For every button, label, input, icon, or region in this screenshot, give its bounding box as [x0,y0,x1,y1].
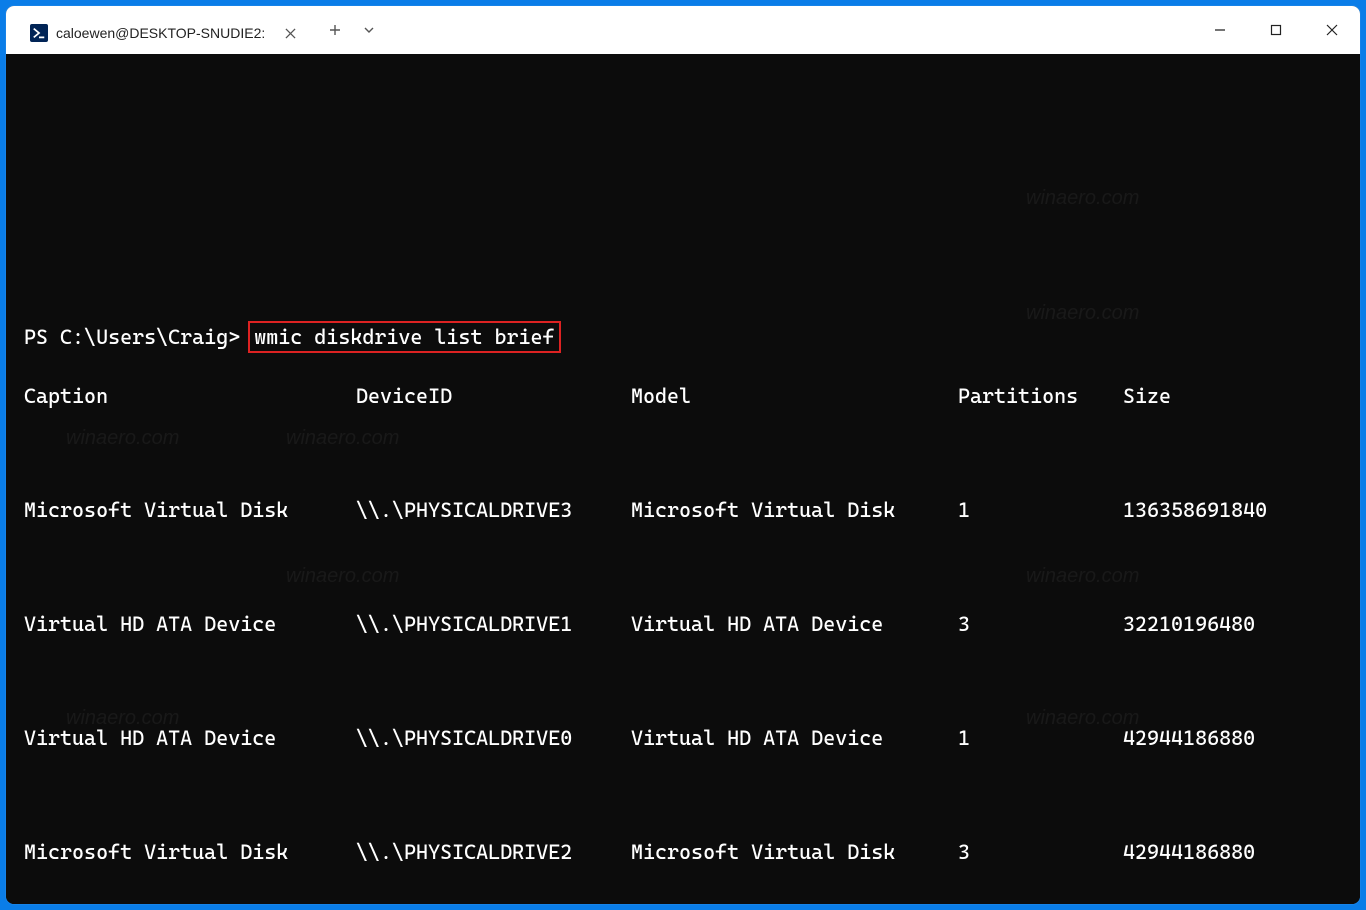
tab-title: caloewen@DESKTOP-SNUDIE2: [56,25,270,41]
watermark: winaero.com [1026,184,1139,213]
maximize-button[interactable] [1248,6,1304,54]
table-row: Microsoft Virtual Disk\\.\PHYSICALDRIVE2… [24,838,1342,867]
close-button[interactable] [1304,6,1360,54]
titlebar-actions [316,6,384,54]
table-row: Microsoft Virtual Disk\\.\PHYSICALDRIVE3… [24,496,1342,525]
new-tab-button[interactable] [320,6,350,54]
powershell-icon [30,24,48,42]
tab-dropdown-button[interactable] [354,6,384,54]
window-controls [1192,6,1360,54]
highlighted-command: wmic diskdrive list brief [248,321,560,354]
table-row: Virtual HD ATA Device\\.\PHYSICALDRIVE0V… [24,724,1342,753]
tab-close-button[interactable] [278,21,302,45]
titlebar: caloewen@DESKTOP-SNUDIE2: [6,6,1360,54]
terminal-body[interactable]: winaero.com winaero.com winaero.com wina… [6,54,1360,904]
table-row: Virtual HD ATA Device\\.\PHYSICALDRIVE1V… [24,610,1342,639]
ps-prompt: PS C:\Users\Craig> [24,325,252,349]
table-header: CaptionDeviceIDModelPartitionsSize [24,382,1342,411]
minimize-button[interactable] [1192,6,1248,54]
terminal-tab[interactable]: caloewen@DESKTOP-SNUDIE2: [16,12,316,54]
terminal-window: caloewen@DESKTOP-SNUDIE2: [6,6,1360,904]
